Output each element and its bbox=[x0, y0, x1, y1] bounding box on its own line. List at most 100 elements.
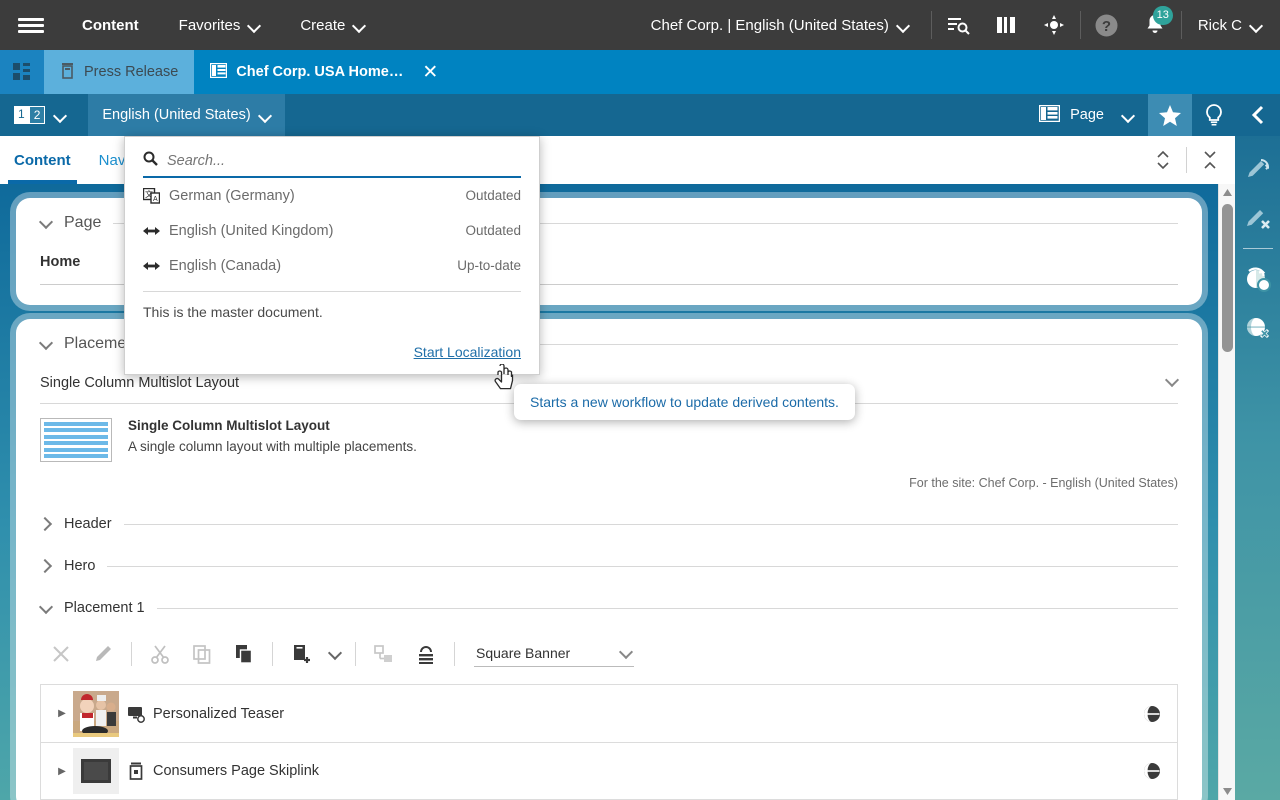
version-number-latest: 2 bbox=[29, 106, 46, 124]
search-list-icon[interactable] bbox=[934, 0, 982, 50]
language-row-english-united-kingdom[interactable]: English (United Kingdom) Outdated bbox=[143, 213, 521, 248]
publish-icon[interactable] bbox=[1235, 255, 1280, 303]
subsection-hero-label: Hero bbox=[64, 558, 95, 574]
master-document-note: This is the master document. bbox=[143, 304, 521, 320]
version-selector[interactable]: 12 bbox=[14, 106, 66, 124]
language-row-english-canada[interactable]: English (Canada) Up-to-date bbox=[143, 248, 521, 283]
chevron-down-icon bbox=[260, 110, 271, 121]
row-thumbnail-placeholder bbox=[73, 748, 119, 794]
star-icon[interactable] bbox=[1148, 94, 1192, 136]
chevron-down-icon bbox=[40, 602, 52, 614]
tab-press-release[interactable]: Press Release bbox=[44, 50, 194, 94]
new-document-icon[interactable] bbox=[280, 634, 322, 674]
lightbulb-icon[interactable] bbox=[1192, 94, 1236, 136]
page-section-title: Page bbox=[64, 214, 101, 232]
view-type-select-value: Square Banner bbox=[476, 645, 570, 661]
scrollbar-thumb[interactable] bbox=[1222, 204, 1233, 352]
page-icon bbox=[210, 63, 227, 82]
document-toolbar: 12 English (United States) Page bbox=[0, 94, 1280, 136]
divider bbox=[143, 291, 521, 292]
version-number-current: 1 bbox=[14, 106, 29, 124]
nav-item-favorites[interactable]: Favorites bbox=[159, 0, 281, 50]
withdraw-icon[interactable] bbox=[1235, 303, 1280, 351]
layout-card-title: Single Column Multislot Layout bbox=[128, 418, 417, 433]
hamburger-menu-icon[interactable] bbox=[0, 0, 62, 50]
close-icon[interactable]: ✕ bbox=[422, 63, 438, 82]
chevron-right-icon bbox=[40, 560, 52, 572]
tab-press-release-label: Press Release bbox=[84, 64, 178, 80]
scroll-down-icon[interactable] bbox=[1219, 783, 1236, 800]
target-icon[interactable] bbox=[1030, 0, 1078, 50]
translation-icon: 文A bbox=[143, 188, 169, 204]
layout-card: Single Column Multislot Layout A single … bbox=[40, 418, 1178, 462]
start-localization-link[interactable]: Start Localization bbox=[414, 344, 521, 360]
tab-chef-corp-usa-home[interactable]: Chef Corp. USA Home… ✕ bbox=[194, 50, 454, 94]
chevron-down-icon bbox=[354, 20, 365, 31]
divider bbox=[931, 11, 932, 39]
globe-icon[interactable] bbox=[1137, 705, 1167, 723]
view-type-select[interactable]: Square Banner bbox=[474, 641, 634, 667]
search-input[interactable] bbox=[167, 153, 521, 169]
edit-pencil-icon[interactable] bbox=[82, 634, 124, 674]
lock-icon[interactable] bbox=[405, 634, 447, 674]
subsection-placement-1-label: Placement 1 bbox=[64, 600, 145, 616]
language-status: Up-to-date bbox=[457, 258, 521, 273]
search-icon bbox=[143, 151, 158, 171]
chevron-down-icon[interactable] bbox=[1166, 375, 1178, 387]
svg-text:A: A bbox=[153, 196, 158, 203]
library-icon[interactable] bbox=[982, 0, 1030, 50]
language-row-german-germany[interactable]: 文A German (Germany) Outdated bbox=[143, 178, 521, 213]
user-menu-label: Rick C bbox=[1198, 17, 1242, 34]
language-selector-button[interactable]: English (United States) bbox=[88, 94, 284, 136]
start-localization-action: Start Localization bbox=[143, 344, 521, 362]
language-status: Outdated bbox=[465, 188, 521, 203]
vertical-scrollbar[interactable] bbox=[1218, 184, 1235, 800]
skiplink-icon bbox=[119, 762, 153, 780]
subsection-header[interactable]: Header bbox=[40, 516, 1178, 532]
expand-row-icon[interactable]: ▶ bbox=[51, 708, 73, 719]
chevron-left-icon[interactable] bbox=[1236, 94, 1280, 136]
list-item[interactable]: ▶ bbox=[40, 684, 1178, 742]
chevron-down-icon bbox=[620, 647, 632, 659]
document-icon bbox=[60, 62, 75, 83]
approve-edit-icon[interactable] bbox=[1235, 146, 1280, 194]
tab-content-label: Content bbox=[14, 152, 71, 169]
expand-row-icon[interactable]: ▶ bbox=[51, 766, 73, 777]
chevron-down-icon[interactable] bbox=[322, 634, 348, 674]
item-edit-toolbar: Square Banner bbox=[40, 634, 1178, 674]
scroll-up-icon[interactable] bbox=[1219, 184, 1236, 201]
link-icon[interactable] bbox=[363, 634, 405, 674]
subsection-placement-1[interactable]: Placement 1 bbox=[40, 600, 1178, 616]
site-info-line: For the site: Chef Corp. - English (Unit… bbox=[40, 476, 1178, 490]
bell-icon[interactable]: 13 bbox=[1131, 0, 1179, 50]
tab-content[interactable]: Content bbox=[0, 136, 85, 184]
tab-chef-corp-usa-home-label: Chef Corp. USA Home… bbox=[236, 64, 403, 80]
nav-item-content[interactable]: Content bbox=[62, 0, 159, 50]
bidirectional-arrow-icon bbox=[143, 225, 169, 237]
help-icon[interactable]: ? bbox=[1083, 0, 1131, 50]
remove-icon[interactable] bbox=[40, 634, 82, 674]
list-item-label: Personalized Teaser bbox=[153, 706, 284, 722]
cut-icon[interactable] bbox=[139, 634, 181, 674]
divider bbox=[157, 608, 1178, 609]
layout-card-description: A single column layout with multiple pla… bbox=[128, 439, 417, 454]
user-menu[interactable]: Rick C bbox=[1184, 0, 1280, 50]
dashboard-icon[interactable] bbox=[0, 50, 44, 94]
list-item[interactable]: ▶ Consumers Page Skiplink bbox=[40, 742, 1178, 800]
personalized-teaser-icon bbox=[119, 705, 153, 723]
divider bbox=[131, 642, 132, 666]
collapse-all-icon[interactable] bbox=[1187, 136, 1233, 184]
paste-icon[interactable] bbox=[223, 634, 265, 674]
divider bbox=[107, 566, 1178, 567]
page-type-button[interactable]: Page bbox=[1025, 94, 1148, 136]
copy-icon[interactable] bbox=[181, 634, 223, 674]
subsection-hero[interactable]: Hero bbox=[40, 558, 1178, 574]
page-layout-icon bbox=[1039, 105, 1060, 126]
globe-icon[interactable] bbox=[1137, 762, 1167, 780]
expand-collapse-icon[interactable] bbox=[1140, 136, 1186, 184]
site-selector[interactable]: Chef Corp. | English (United States) bbox=[631, 0, 929, 50]
nav-item-create[interactable]: Create bbox=[280, 0, 385, 50]
svg-text:?: ? bbox=[1102, 18, 1111, 35]
tab-bar: Press Release Chef Corp. USA Home… ✕ bbox=[0, 50, 1280, 94]
reject-edit-icon[interactable] bbox=[1235, 194, 1280, 242]
